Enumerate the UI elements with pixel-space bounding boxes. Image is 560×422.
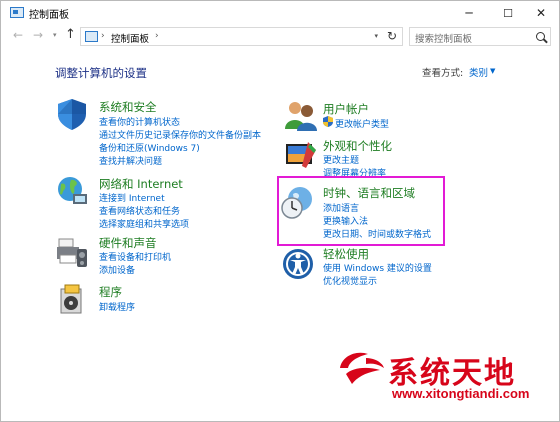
address-bar[interactable]: › 控制面板 › ▾ ↻	[80, 27, 403, 46]
programs-icon[interactable]	[55, 283, 89, 317]
breadcrumb-control-panel[interactable]: 控制面板	[111, 31, 149, 45]
navigation-bar: ← → ▾ ↑ › 控制面板 › ▾ ↻ 搜索控制面板	[1, 25, 559, 47]
back-button[interactable]: ←	[13, 28, 23, 42]
users-icon[interactable]	[284, 99, 318, 133]
category-title[interactable]: 硬件和声音	[99, 235, 157, 251]
window-title: 控制面板	[29, 10, 69, 21]
highlight-box	[277, 176, 445, 246]
refresh-button[interactable]: ↻	[387, 29, 397, 43]
category-title[interactable]: 轻松使用	[323, 246, 369, 262]
search-input[interactable]: 搜索控制面板	[415, 31, 472, 45]
link-devices-printers[interactable]: 查看设备和打印机	[99, 250, 171, 263]
control-panel-icon	[10, 7, 24, 18]
network-globe-icon[interactable]	[55, 174, 89, 208]
appearance-monitor-icon[interactable]	[284, 138, 318, 172]
link-change-theme[interactable]: 更改主题	[323, 153, 359, 166]
category-title[interactable]: 外观和个性化	[323, 138, 392, 154]
chevron-down-icon[interactable]: ▼	[490, 67, 495, 75]
link-windows-recommended-settings[interactable]: 使用 Windows 建议的设置	[323, 261, 432, 274]
view-by-selector[interactable]: 类别	[469, 65, 488, 79]
category-title[interactable]: 用户帐户	[323, 101, 369, 117]
watermark-url: www.xitongtiandi.com	[392, 386, 530, 401]
chevron-right-icon[interactable]: ›	[101, 31, 105, 41]
page-title: 调整计算机的设置	[55, 66, 147, 80]
link-optimize-visual-display[interactable]: 优化视觉显示	[323, 274, 377, 287]
control-panel-window: 控制面板 ─ ☐ ✕ ← → ▾ ↑ › 控制面板 › ▾ ↻ 搜索控制面板 调…	[0, 0, 560, 422]
link-change-account-type[interactable]: 更改帐户类型	[335, 117, 389, 130]
recent-locations-dropdown[interactable]: ▾	[53, 31, 57, 39]
control-panel-small-icon	[85, 31, 98, 42]
link-connect-internet[interactable]: 连接到 Internet	[99, 191, 165, 204]
address-dropdown-icon[interactable]: ▾	[374, 32, 378, 40]
shield-icon[interactable]	[55, 97, 89, 131]
view-by-label: 查看方式:	[422, 68, 464, 79]
title-bar: 控制面板 ─ ☐ ✕	[1, 1, 559, 25]
search-box[interactable]: 搜索控制面板	[409, 27, 551, 46]
link-add-device[interactable]: 添加设备	[99, 263, 135, 276]
link-uninstall-program[interactable]: 卸载程序	[99, 300, 135, 313]
forward-button[interactable]: →	[33, 28, 43, 42]
link-backup-restore[interactable]: 备份和还原(Windows 7)	[99, 141, 200, 154]
link-file-history[interactable]: 通过文件历史记录保存你的文件备份副本	[99, 128, 261, 141]
link-troubleshoot[interactable]: 查找并解决问题	[99, 154, 162, 167]
link-network-status[interactable]: 查看网络状态和任务	[99, 204, 180, 217]
uac-shield-icon	[323, 116, 333, 127]
chevron-right-icon[interactable]: ›	[155, 31, 159, 41]
category-title[interactable]: 程序	[99, 284, 122, 300]
watermark-logo-icon	[340, 352, 384, 384]
up-button[interactable]: ↑	[65, 27, 76, 42]
link-homegroup[interactable]: 选择家庭组和共享选项	[99, 217, 189, 230]
site-watermark: 系统天地 www.xitongtiandi.com	[336, 344, 556, 406]
search-icon[interactable]	[536, 32, 545, 41]
minimize-button[interactable]: ─	[451, 1, 487, 25]
category-title[interactable]: 系统和安全	[99, 99, 157, 115]
close-button[interactable]: ✕	[523, 1, 559, 25]
ease-of-access-icon[interactable]	[282, 247, 316, 281]
maximize-button[interactable]: ☐	[490, 1, 526, 25]
printer-icon[interactable]	[55, 235, 89, 269]
category-title[interactable]: 网络和 Internet	[99, 176, 183, 192]
link-view-computer-status[interactable]: 查看你的计算机状态	[99, 115, 180, 128]
